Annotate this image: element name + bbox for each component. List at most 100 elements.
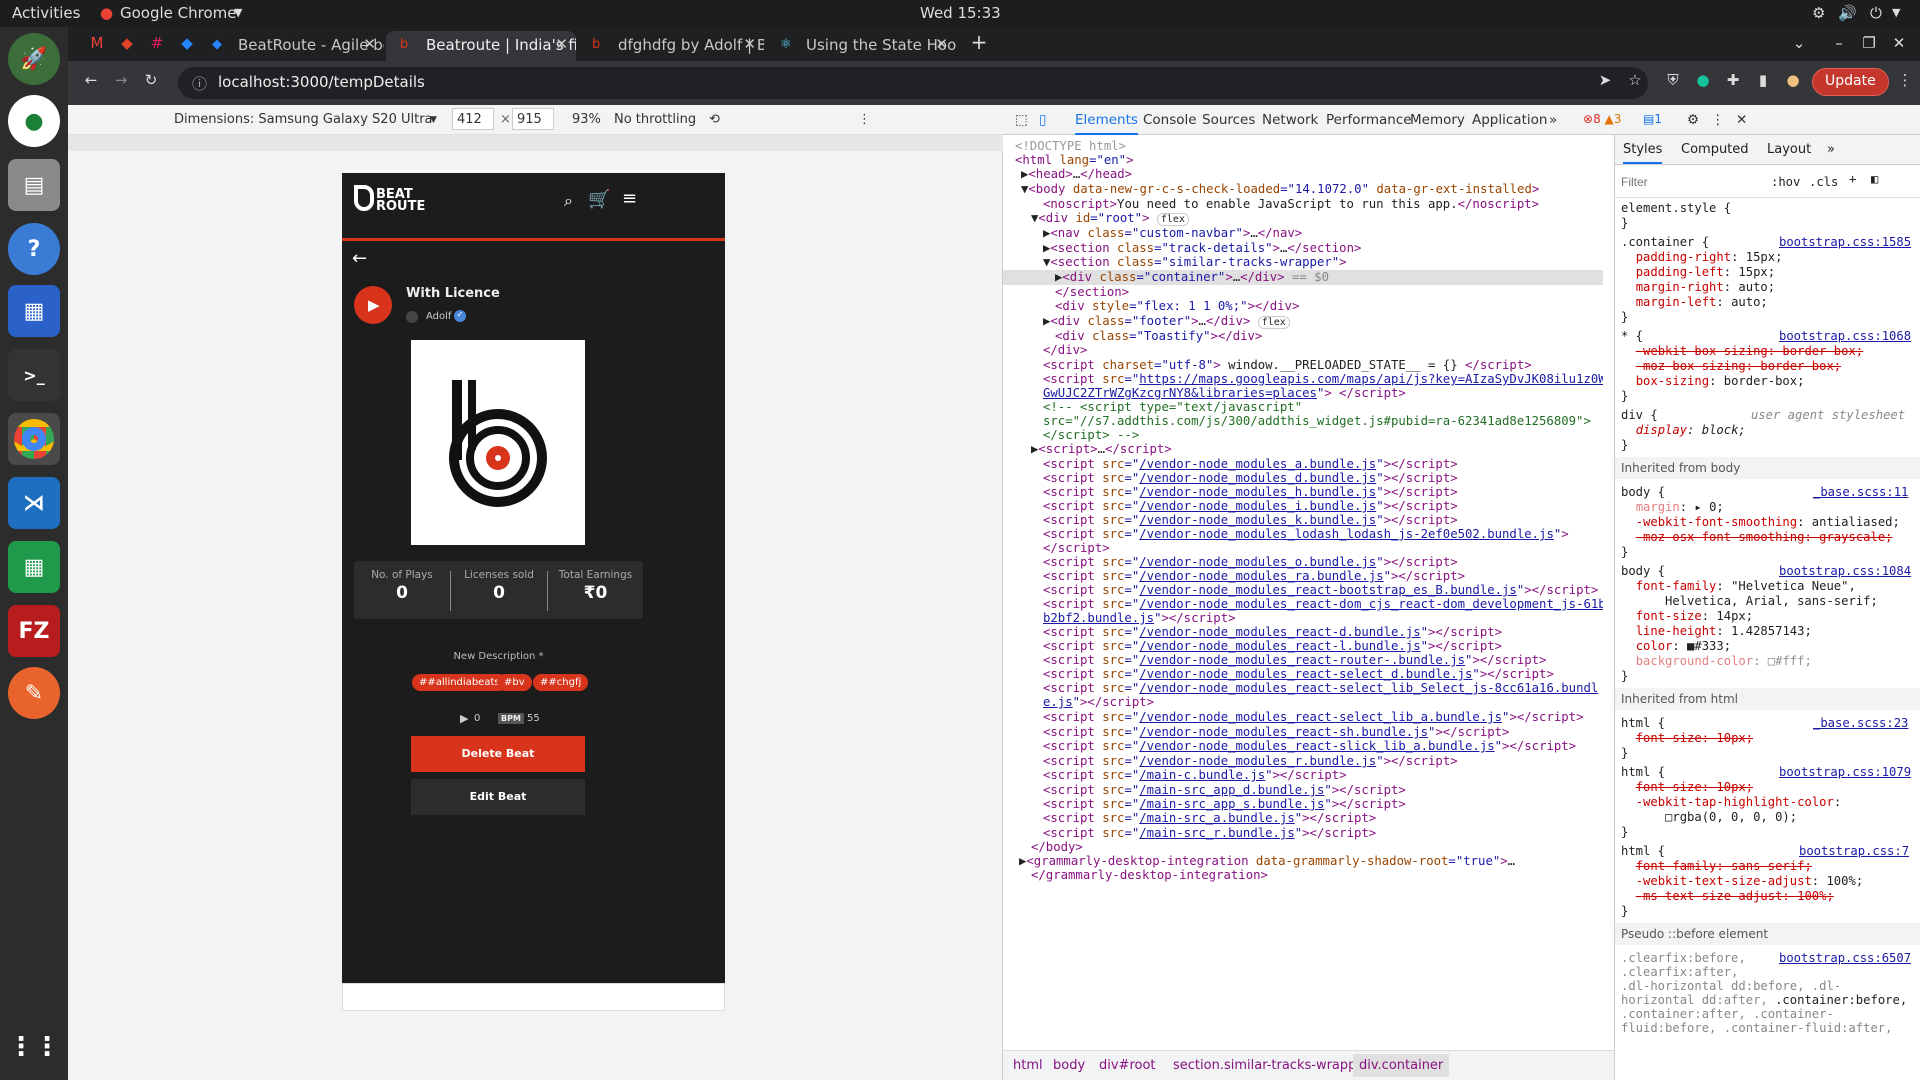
maximize-icon[interactable]: ❐ — [1858, 34, 1880, 54]
tag-chip[interactable]: ##chgfj — [533, 674, 589, 691]
tab-memory[interactable]: Memory — [1410, 112, 1465, 128]
tag-chip[interactable]: #bv — [497, 674, 532, 691]
height-input[interactable]: 915 — [512, 108, 554, 130]
address-bar[interactable]: ⓘ localhost:3000/tempDetails — [178, 67, 1648, 99]
crumb-html[interactable]: html — [1013, 1058, 1043, 1073]
tab-computed[interactable]: Computed — [1681, 142, 1749, 157]
hamburger-icon[interactable]: ≡ — [622, 188, 637, 209]
close-icon[interactable]: ✕ — [935, 35, 948, 53]
rocket-app-icon[interactable]: 🚀 — [8, 33, 60, 85]
hov-toggle[interactable]: :hov — [1771, 175, 1800, 189]
new-rule-icon[interactable]: + — [1849, 172, 1856, 186]
styles-filter-input[interactable] — [1621, 171, 1761, 193]
tab-application[interactable]: Application — [1472, 112, 1547, 128]
logo-text[interactable]: BEAT ROUTE — [376, 188, 425, 213]
dom-tree[interactable]: <!DOCTYPE html> <html lang="en"> ▶<head>… — [1003, 135, 1603, 1050]
gmail-pinned-icon[interactable]: M — [86, 34, 108, 54]
tag-chip[interactable]: ##allindiabeats — [412, 674, 507, 691]
activities-button[interactable]: Activities — [12, 4, 80, 22]
gitlab-pinned-icon[interactable]: ◆ — [116, 34, 138, 54]
avatar[interactable]: ● — [1782, 71, 1804, 91]
bookmark-star-icon[interactable]: ☆ — [1624, 71, 1646, 91]
terminal-icon[interactable]: >_ — [8, 349, 60, 401]
tab-elements[interactable]: Elements — [1075, 112, 1138, 135]
edit-beat-button[interactable]: Edit Beat — [411, 779, 585, 815]
writer-icon[interactable]: ▦ — [8, 285, 60, 337]
minimize-icon[interactable]: – — [1828, 34, 1850, 54]
tab-network[interactable]: Network — [1262, 112, 1318, 128]
crumb-container[interactable]: div.container — [1353, 1054, 1450, 1077]
tab-beatroute[interactable]: bBeatroute | India's first be✕ — [386, 31, 576, 61]
app-menu[interactable]: Google Chrome — [120, 4, 237, 22]
extensions-puzzle-icon[interactable]: ✚ — [1722, 71, 1744, 91]
tab-console[interactable]: Console — [1143, 112, 1197, 128]
help-icon[interactable]: ? — [8, 223, 60, 275]
artist-name[interactable]: Adolf — [426, 311, 451, 322]
more-tabs-icon[interactable]: » — [1827, 142, 1835, 157]
play-button[interactable]: ▶ — [354, 286, 392, 324]
forward-icon[interactable]: → — [110, 71, 132, 91]
power-menu-chevron-icon[interactable]: ▼ — [1892, 6, 1900, 19]
postman-icon[interactable]: ✎ — [8, 667, 60, 719]
network-icon[interactable]: ⚙ — [1812, 4, 1825, 22]
beatroute-logo-icon[interactable] — [354, 185, 374, 211]
crumb-body[interactable]: body — [1053, 1058, 1085, 1073]
cls-toggle[interactable]: .cls — [1809, 175, 1838, 189]
close-icon[interactable]: ✕ — [363, 35, 376, 53]
media-query-ruler[interactable] — [68, 135, 1003, 151]
tab-performance[interactable]: Performance — [1326, 112, 1412, 128]
crumb-section[interactable]: section.similar-tracks-wrapper — [1173, 1058, 1370, 1073]
back-arrow-icon[interactable]: ← — [352, 248, 367, 269]
inspect-icon[interactable]: ⬚ — [1015, 112, 1028, 128]
calc-icon[interactable]: ▦ — [8, 541, 60, 593]
more-options-icon[interactable]: ⋮ — [858, 112, 871, 127]
info-icon[interactable]: ⓘ — [192, 73, 207, 94]
app-grid-icon[interactable]: ⋮⋮ — [8, 1021, 60, 1073]
menu-icon[interactable]: ⋮ — [1894, 71, 1916, 91]
tab-state-hook[interactable]: ⚛Using the State Hook – Re✕ — [766, 31, 956, 61]
back-icon[interactable]: ← — [80, 71, 102, 91]
update-button[interactable]: Update — [1812, 68, 1889, 96]
tab-agile-board[interactable]: ◆BeatRoute - Agile board -✕ — [198, 31, 384, 61]
tab-search-icon[interactable]: ⌄ — [1788, 34, 1810, 54]
power-icon[interactable]: ⏻ — [1870, 4, 1882, 22]
search-icon[interactable]: ⌕ — [564, 191, 573, 211]
chrome-dock-icon[interactable] — [8, 413, 60, 465]
close-icon[interactable]: ✕ — [743, 35, 756, 53]
tab-layout[interactable]: Layout — [1767, 142, 1811, 157]
cart-icon[interactable]: 🛒 — [588, 189, 610, 210]
rotate-icon[interactable]: ⟲ — [709, 112, 720, 127]
slack-pinned-icon[interactable]: # — [146, 34, 168, 54]
devtools-menu-icon[interactable]: ⋮ — [1711, 112, 1725, 128]
new-tab-icon[interactable]: + — [968, 30, 990, 54]
send-icon[interactable]: ➤ — [1594, 71, 1616, 91]
mongodb-icon[interactable]: ● — [8, 95, 60, 147]
zoom-select[interactable]: 93% — [572, 112, 601, 127]
window-close-icon[interactable]: ✕ — [1888, 34, 1910, 54]
close-icon[interactable]: ✕ — [555, 35, 568, 53]
files-icon[interactable]: ▤ — [8, 159, 60, 211]
computed-sidebar-icon[interactable]: ◧ — [1871, 172, 1878, 186]
device-select[interactable]: Dimensions: Samsung Galaxy S20 Ultra — [174, 112, 433, 127]
jira-pinned-icon[interactable]: ◆ — [176, 34, 198, 54]
message-count[interactable]: ▤1 — [1643, 112, 1662, 126]
grammarly-icon[interactable]: ● — [1692, 71, 1714, 91]
more-tabs-icon[interactable]: » — [1549, 112, 1557, 128]
filezilla-icon[interactable]: FZ — [8, 605, 60, 657]
crumb-root[interactable]: div#root — [1099, 1058, 1156, 1073]
close-devtools-icon[interactable]: ✕ — [1736, 112, 1747, 128]
volume-icon[interactable]: 🔊 — [1838, 4, 1857, 22]
reload-icon[interactable]: ↻ — [140, 71, 162, 91]
clock[interactable]: Wed 15:33 — [920, 4, 1001, 22]
vscode-icon[interactable]: ⋊ — [8, 477, 60, 529]
tab-dfghdfg[interactable]: bdfghdfg by Adolf | Beatro✕ — [578, 31, 764, 61]
device-toggle-icon[interactable]: ▯ — [1039, 112, 1046, 128]
width-input[interactable]: 412 — [452, 108, 494, 130]
side-panel-icon[interactable]: ▮ — [1752, 71, 1774, 91]
extension-shield-icon[interactable]: ⛨ — [1662, 71, 1684, 91]
throttle-select[interactable]: No throttling — [614, 112, 696, 127]
delete-beat-button[interactable]: Delete Beat — [411, 736, 585, 772]
settings-gear-icon[interactable]: ⚙ — [1687, 112, 1699, 128]
tab-styles[interactable]: Styles — [1623, 142, 1663, 164]
tab-sources[interactable]: Sources — [1202, 112, 1255, 128]
